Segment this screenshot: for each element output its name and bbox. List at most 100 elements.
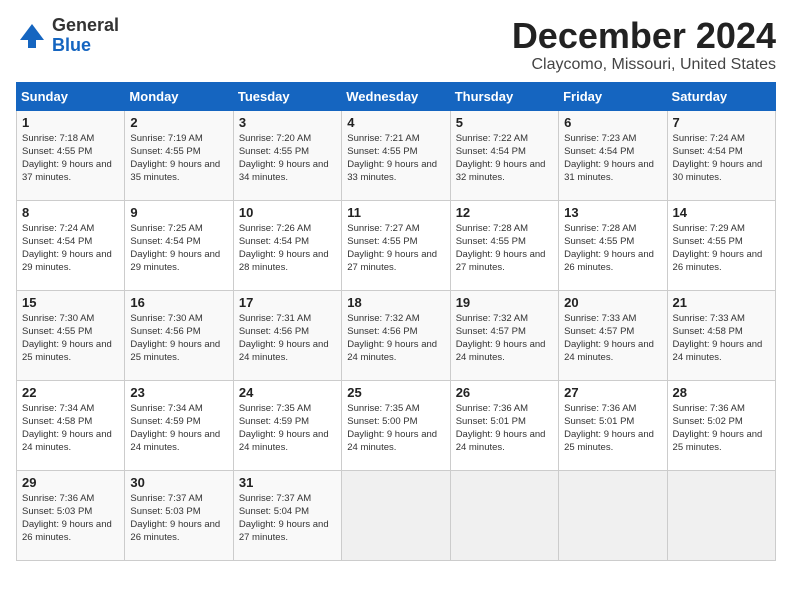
calendar-day-cell: 24 Sunrise: 7:35 AM Sunset: 4:59 PM Dayli… <box>233 380 341 470</box>
day-number: 9 <box>130 205 227 220</box>
logo-icon <box>16 20 48 52</box>
calendar-week-row: 15Sunrise: 7:30 AM Sunset: 4:55 PM Dayli… <box>17 290 776 380</box>
calendar-day-cell: 5 Sunrise: 7:22 AM Sunset: 4:54 PM Daylig… <box>450 110 558 200</box>
day-info: Sunrise: 7:37 AM Sunset: 5:04 PM Dayligh… <box>239 492 336 545</box>
day-number: 5 <box>456 115 553 130</box>
calendar-day-cell: 29 Sunrise: 7:36 AM Sunset: 5:03 PM Dayli… <box>17 470 125 560</box>
day-info: Sunrise: 7:36 AM Sunset: 5:03 PM Dayligh… <box>22 492 119 545</box>
calendar-day-cell: 23Sunrise: 7:34 AM Sunset: 4:59 PM Dayli… <box>125 380 233 470</box>
calendar-day-cell: 15Sunrise: 7:30 AM Sunset: 4:55 PM Dayli… <box>17 290 125 380</box>
calendar-day-cell: 28Sunrise: 7:36 AM Sunset: 5:02 PM Dayli… <box>667 380 775 470</box>
day-info: Sunrise: 7:33 AM Sunset: 4:57 PM Dayligh… <box>564 312 661 365</box>
day-number: 12 <box>456 205 553 220</box>
calendar-day-cell: 6 Sunrise: 7:23 AM Sunset: 4:54 PM Daylig… <box>559 110 667 200</box>
calendar-day-cell: 18 Sunrise: 7:32 AM Sunset: 4:56 PM Dayli… <box>342 290 450 380</box>
day-number: 19 <box>456 295 553 310</box>
day-number: 2 <box>130 115 227 130</box>
day-info: Sunrise: 7:32 AM Sunset: 4:56 PM Dayligh… <box>347 312 444 365</box>
day-info: Sunrise: 7:35 AM Sunset: 4:59 PM Dayligh… <box>239 402 336 455</box>
calendar-day-cell: 27 Sunrise: 7:36 AM Sunset: 5:01 PM Dayli… <box>559 380 667 470</box>
day-number: 24 <box>239 385 336 400</box>
calendar-day-cell <box>559 470 667 560</box>
calendar-day-cell: 2 Sunrise: 7:19 AM Sunset: 4:55 PM Daylig… <box>125 110 233 200</box>
calendar-day-cell: 21 Sunrise: 7:33 AM Sunset: 4:58 PM Dayli… <box>667 290 775 380</box>
calendar-week-row: 8Sunrise: 7:24 AM Sunset: 4:54 PM Daylig… <box>17 200 776 290</box>
calendar-day-cell: 4 Sunrise: 7:21 AM Sunset: 4:55 PM Daylig… <box>342 110 450 200</box>
month-title: December 2024 <box>512 16 776 56</box>
day-of-week-header: Sunday <box>17 82 125 110</box>
day-number: 28 <box>673 385 770 400</box>
day-of-week-header: Monday <box>125 82 233 110</box>
day-number: 25 <box>347 385 444 400</box>
calendar-day-cell: 13 Sunrise: 7:28 AM Sunset: 4:55 PM Dayli… <box>559 200 667 290</box>
calendar-day-cell: 25 Sunrise: 7:35 AM Sunset: 5:00 PM Dayli… <box>342 380 450 470</box>
day-info: Sunrise: 7:31 AM Sunset: 4:56 PM Dayligh… <box>239 312 336 365</box>
day-of-week-header: Tuesday <box>233 82 341 110</box>
day-info: Sunrise: 7:28 AM Sunset: 4:55 PM Dayligh… <box>456 222 553 275</box>
day-of-week-header: Friday <box>559 82 667 110</box>
calendar-day-cell <box>450 470 558 560</box>
day-number: 29 <box>22 475 119 490</box>
day-number: 23 <box>130 385 227 400</box>
day-info: Sunrise: 7:33 AM Sunset: 4:58 PM Dayligh… <box>673 312 770 365</box>
day-info: Sunrise: 7:23 AM Sunset: 4:54 PM Dayligh… <box>564 132 661 185</box>
calendar-day-cell: 22 Sunrise: 7:34 AM Sunset: 4:58 PM Dayli… <box>17 380 125 470</box>
day-info: Sunrise: 7:36 AM Sunset: 5:01 PM Dayligh… <box>564 402 661 455</box>
page-header: General Blue December 2024 Claycomo, Mis… <box>16 16 776 74</box>
day-info: Sunrise: 7:18 AM Sunset: 4:55 PM Dayligh… <box>22 132 119 185</box>
day-number: 14 <box>673 205 770 220</box>
day-info: Sunrise: 7:19 AM Sunset: 4:55 PM Dayligh… <box>130 132 227 185</box>
day-number: 15 <box>22 295 119 310</box>
day-number: 11 <box>347 205 444 220</box>
calendar-table: SundayMondayTuesdayWednesdayThursdayFrid… <box>16 82 776 561</box>
day-info: Sunrise: 7:21 AM Sunset: 4:55 PM Dayligh… <box>347 132 444 185</box>
day-info: Sunrise: 7:34 AM Sunset: 4:58 PM Dayligh… <box>22 402 119 455</box>
day-number: 22 <box>22 385 119 400</box>
day-number: 18 <box>347 295 444 310</box>
day-number: 27 <box>564 385 661 400</box>
day-number: 31 <box>239 475 336 490</box>
calendar-day-cell <box>667 470 775 560</box>
day-info: Sunrise: 7:28 AM Sunset: 4:55 PM Dayligh… <box>564 222 661 275</box>
day-number: 30 <box>130 475 227 490</box>
day-number: 7 <box>673 115 770 130</box>
day-number: 3 <box>239 115 336 130</box>
calendar-day-cell: 7 Sunrise: 7:24 AM Sunset: 4:54 PM Daylig… <box>667 110 775 200</box>
calendar-day-cell: 3Sunrise: 7:20 AM Sunset: 4:55 PM Daylig… <box>233 110 341 200</box>
calendar-day-cell: 16 Sunrise: 7:30 AM Sunset: 4:56 PM Dayli… <box>125 290 233 380</box>
calendar-day-cell: 11 Sunrise: 7:27 AM Sunset: 4:55 PM Dayli… <box>342 200 450 290</box>
calendar-day-cell: 10 Sunrise: 7:26 AM Sunset: 4:54 PM Dayli… <box>233 200 341 290</box>
calendar-day-cell: 1 Sunrise: 7:18 AM Sunset: 4:55 PM Daylig… <box>17 110 125 200</box>
day-info: Sunrise: 7:36 AM Sunset: 5:01 PM Dayligh… <box>456 402 553 455</box>
day-info: Sunrise: 7:24 AM Sunset: 4:54 PM Dayligh… <box>673 132 770 185</box>
calendar-day-cell: 17 Sunrise: 7:31 AM Sunset: 4:56 PM Dayli… <box>233 290 341 380</box>
day-info: Sunrise: 7:30 AM Sunset: 4:56 PM Dayligh… <box>130 312 227 365</box>
day-number: 21 <box>673 295 770 310</box>
day-info: Sunrise: 7:26 AM Sunset: 4:54 PM Dayligh… <box>239 222 336 275</box>
day-number: 10 <box>239 205 336 220</box>
calendar-header: SundayMondayTuesdayWednesdayThursdayFrid… <box>17 82 776 110</box>
day-number: 20 <box>564 295 661 310</box>
day-info: Sunrise: 7:22 AM Sunset: 4:54 PM Dayligh… <box>456 132 553 185</box>
calendar-day-cell: 8Sunrise: 7:24 AM Sunset: 4:54 PM Daylig… <box>17 200 125 290</box>
day-info: Sunrise: 7:27 AM Sunset: 4:55 PM Dayligh… <box>347 222 444 275</box>
day-number: 26 <box>456 385 553 400</box>
title-area: December 2024 Claycomo, Missouri, United… <box>512 16 776 74</box>
day-number: 6 <box>564 115 661 130</box>
day-number: 17 <box>239 295 336 310</box>
day-number: 13 <box>564 205 661 220</box>
day-info: Sunrise: 7:25 AM Sunset: 4:54 PM Dayligh… <box>130 222 227 275</box>
logo-general: General <box>52 16 119 36</box>
day-number: 16 <box>130 295 227 310</box>
day-number: 4 <box>347 115 444 130</box>
day-of-week-header: Thursday <box>450 82 558 110</box>
day-number: 1 <box>22 115 119 130</box>
calendar-week-row: 29 Sunrise: 7:36 AM Sunset: 5:03 PM Dayli… <box>17 470 776 560</box>
calendar-day-cell: 12 Sunrise: 7:28 AM Sunset: 4:55 PM Dayli… <box>450 200 558 290</box>
location-title: Claycomo, Missouri, United States <box>512 56 776 74</box>
logo-blue: Blue <box>52 36 119 56</box>
calendar-week-row: 1 Sunrise: 7:18 AM Sunset: 4:55 PM Daylig… <box>17 110 776 200</box>
day-number: 8 <box>22 205 119 220</box>
logo: General Blue <box>16 16 119 56</box>
day-info: Sunrise: 7:35 AM Sunset: 5:00 PM Dayligh… <box>347 402 444 455</box>
